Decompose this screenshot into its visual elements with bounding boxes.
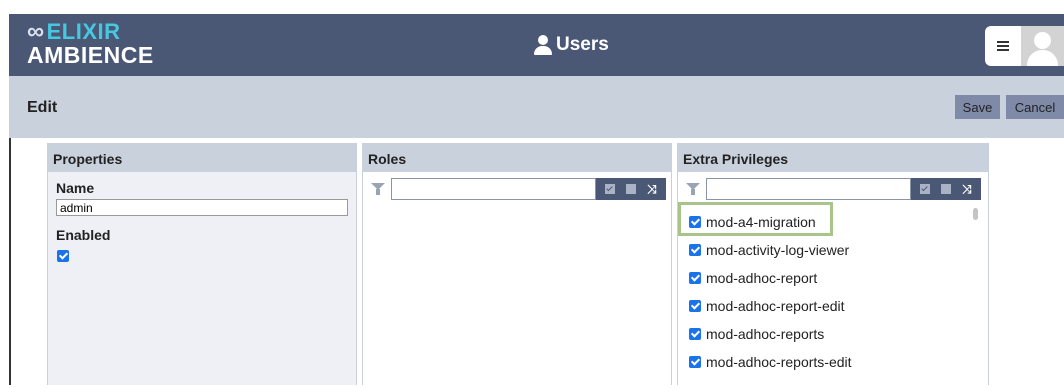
logo-text-elixir: ELIXIR — [46, 19, 121, 44]
page-title-text: Users — [556, 34, 609, 55]
privileges-filter-input[interactable] — [706, 178, 911, 200]
privilege-checkbox[interactable] — [689, 244, 701, 256]
list-item[interactable]: mod-adhoc-report-edit — [689, 296, 845, 316]
privilege-label: mod-adhoc-reports — [706, 326, 825, 342]
elixir-ambience-logo[interactable]: ∞ ELIXIR AMBIENCE — [27, 20, 154, 67]
roles-panel: Roles ⤨ — [362, 143, 672, 385]
scrollbar-thumb[interactable] — [973, 208, 978, 220]
privilege-checkbox[interactable] — [689, 328, 701, 340]
select-all-icon[interactable] — [920, 184, 931, 194]
privileges-scrollbar[interactable] — [972, 208, 980, 388]
save-button[interactable]: Save — [955, 95, 1000, 119]
cancel-button[interactable]: Cancel — [1006, 95, 1064, 119]
privilege-label: mod-adhoc-report — [706, 270, 818, 286]
edit-title: Edit — [27, 99, 58, 116]
enabled-label: Enabled — [56, 227, 111, 243]
select-none-icon[interactable] — [941, 184, 952, 194]
infinity-logo-icon: ∞ — [27, 18, 45, 45]
privilege-label: mod-a4-migration — [706, 214, 816, 230]
select-all-icon[interactable] — [605, 184, 616, 194]
privilege-label: mod-adhoc-report-edit — [706, 298, 845, 314]
user-icon — [534, 35, 552, 55]
enabled-checkbox[interactable] — [57, 250, 69, 262]
list-item[interactable]: mod-a4-migration — [689, 212, 816, 232]
user-avatar-icon[interactable] — [1021, 26, 1064, 66]
invert-selection-icon[interactable]: ⤨ — [647, 183, 657, 195]
hamburger-icon — [997, 41, 1009, 51]
privilege-checkbox[interactable] — [689, 216, 701, 228]
list-item[interactable]: mod-activity-log-viewer — [689, 240, 849, 260]
roles-filter-tools: ⤨ — [596, 178, 666, 200]
logo-text-ambience: AMBIENCE — [27, 42, 154, 68]
privilege-checkbox[interactable] — [689, 356, 701, 368]
list-item[interactable]: mod-adhoc-report — [689, 268, 817, 288]
page-title: Users — [534, 34, 609, 56]
privileges-heading: Extra Privileges — [677, 143, 989, 172]
select-none-icon[interactable] — [626, 184, 637, 194]
properties-panel: Properties Name Enabled — [47, 143, 357, 385]
name-label: Name — [56, 180, 95, 196]
privileges-filter-row: ⤨ — [686, 178, 981, 200]
privileges-filter-tools: ⤨ — [911, 178, 981, 200]
privilege-checkbox[interactable] — [689, 300, 701, 312]
invert-selection-icon[interactable]: ⤨ — [962, 183, 972, 195]
extra-privileges-panel: Extra Privileges ⤨ mod-a4-migration mod-… — [677, 143, 989, 385]
list-item[interactable]: mod-adhoc-reports — [689, 324, 824, 344]
roles-heading: Roles — [362, 143, 672, 172]
properties-body: Name Enabled — [47, 172, 357, 385]
list-item[interactable]: mod-adhoc-reports-edit — [689, 352, 852, 372]
privilege-label: mod-adhoc-reports-edit — [706, 354, 852, 370]
properties-heading: Properties — [47, 143, 357, 172]
roles-filter-row: ⤨ — [371, 178, 666, 200]
roles-body: ⤨ — [362, 172, 672, 385]
roles-filter-input[interactable] — [391, 178, 596, 200]
filter-icon — [371, 182, 385, 196]
app-header: ∞ ELIXIR AMBIENCE Users — [9, 14, 1064, 76]
name-field[interactable] — [56, 199, 348, 216]
menu-button[interactable] — [985, 26, 1021, 66]
privileges-body: ⤨ mod-a4-migration mod-activity-log-view… — [677, 172, 989, 385]
privilege-label: mod-activity-log-viewer — [706, 242, 850, 258]
privilege-checkbox[interactable] — [689, 272, 701, 284]
privileges-list: mod-a4-migration mod-activity-log-viewer… — [686, 208, 971, 388]
edit-toolbar: Edit Save Cancel — [9, 76, 1064, 138]
filter-icon — [686, 182, 700, 196]
